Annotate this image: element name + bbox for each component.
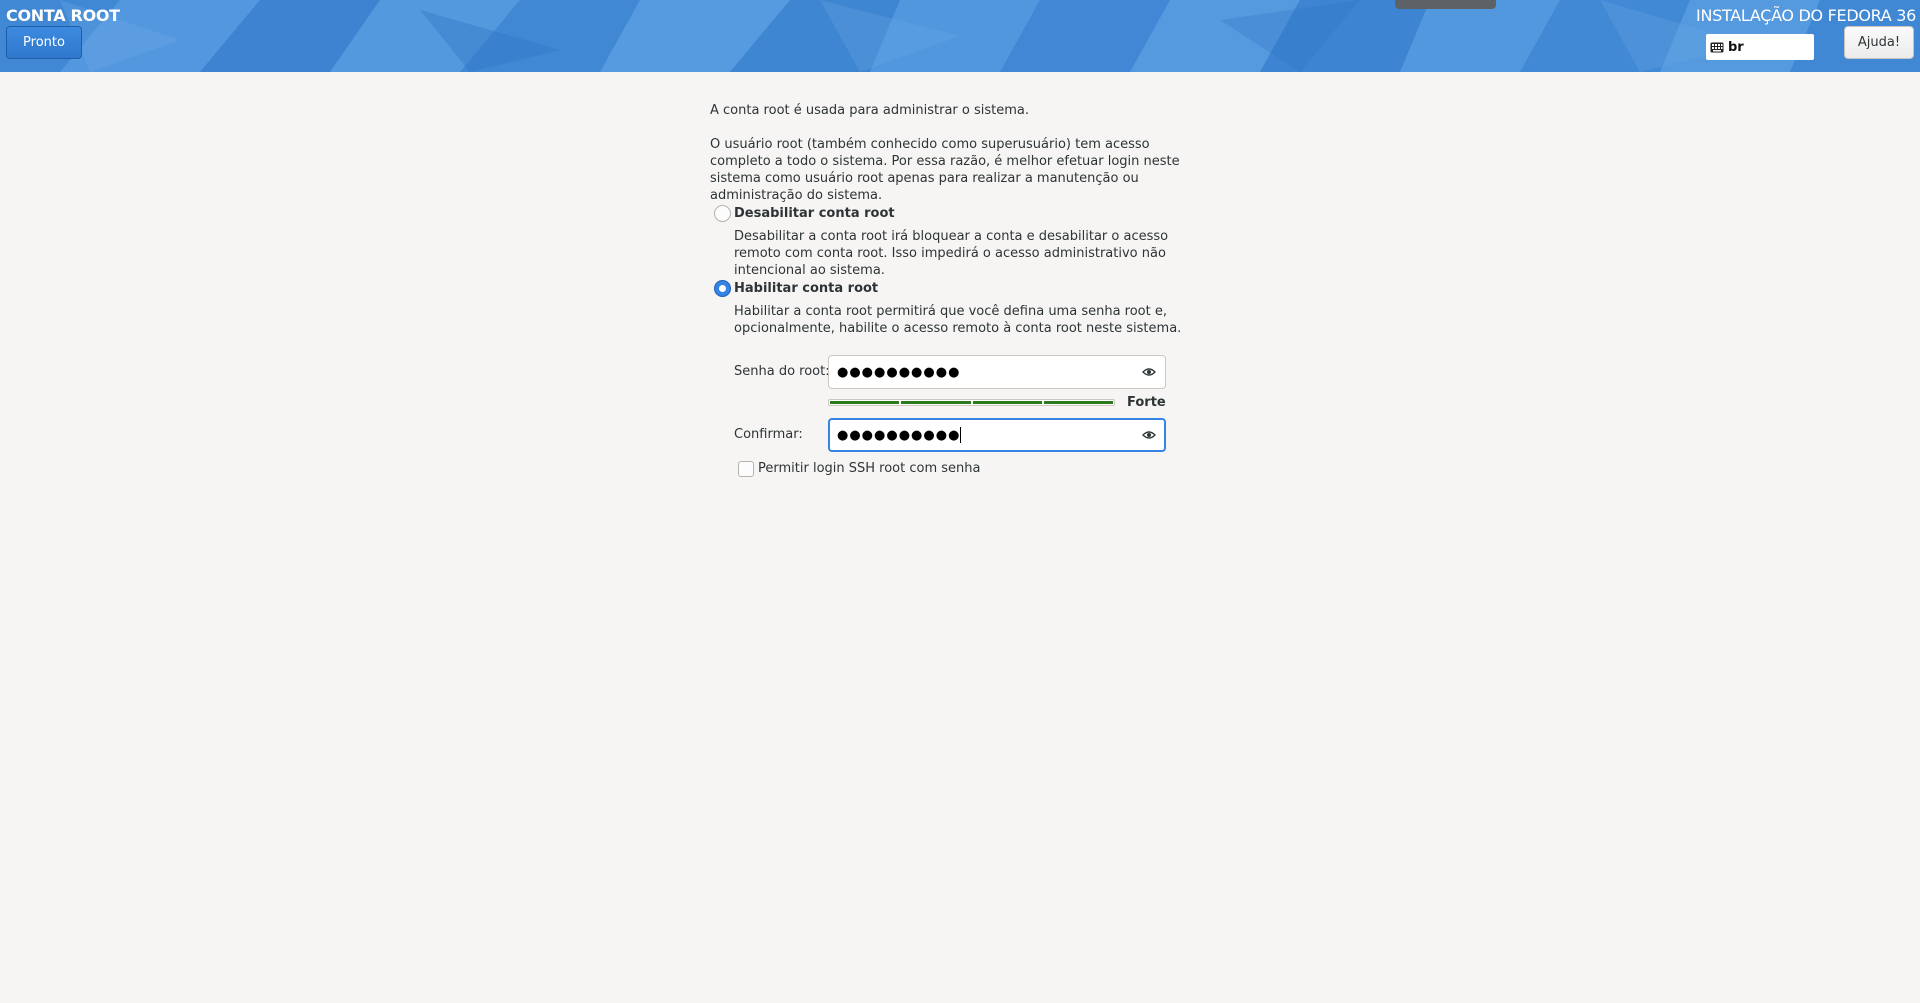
root-password-label: Senha do root: [734, 364, 830, 379]
keyboard-layout-label: br [1728, 39, 1744, 55]
root-password-input[interactable]: ●●●●●●●●●● [828, 355, 1166, 389]
confirm-password-value: ●●●●●●●●●● [837, 427, 961, 443]
ssh-root-login-checkbox[interactable] [738, 461, 754, 477]
strength-segment [972, 401, 1042, 404]
eye-icon[interactable] [1141, 427, 1157, 443]
ssh-root-login-label[interactable]: Permitir login SSH root com senha [758, 460, 980, 477]
spoke-title: CONTA ROOT [6, 6, 120, 25]
header-background-pattern [0, 0, 1920, 72]
intro-description: O usuário root (também conhecido como su… [710, 137, 1180, 203]
done-button[interactable]: Pronto [6, 26, 82, 59]
strength-segment [830, 401, 900, 404]
password-strength-bar [828, 399, 1115, 406]
spoke-header: CONTA ROOT Pronto INSTALAÇÃO DO FEDORA 3… [0, 0, 1920, 72]
root-password-value: ●●●●●●●●●● [837, 364, 961, 380]
disable-root-description: Desabilitar a conta root irá bloquear a … [734, 229, 1169, 278]
text-caret [960, 427, 962, 443]
intro-text: A conta root é usada para administrar o … [710, 103, 1029, 118]
strength-segment [901, 401, 971, 404]
password-strength-label: Forte [1127, 395, 1166, 410]
product-title: INSTALAÇÃO DO FEDORA 36 [1696, 6, 1916, 25]
disable-root-radio[interactable] [714, 205, 731, 222]
enable-root-radio[interactable] [714, 280, 731, 297]
top-tab-handle[interactable] [1395, 0, 1496, 9]
disable-root-label[interactable]: Desabilitar conta root [734, 205, 895, 222]
confirm-password-label: Confirmar: [734, 427, 803, 442]
enable-root-description: Habilitar a conta root permitirá que voc… [734, 304, 1182, 336]
keyboard-layout-indicator[interactable]: br [1706, 34, 1814, 60]
help-button[interactable]: Ajuda! [1844, 26, 1914, 59]
enable-root-label[interactable]: Habilitar conta root [734, 280, 878, 297]
confirm-password-input[interactable]: ●●●●●●●●●● [828, 418, 1166, 452]
keyboard-icon [1710, 42, 1724, 52]
eye-icon[interactable] [1141, 364, 1157, 380]
strength-segment [1043, 401, 1113, 404]
